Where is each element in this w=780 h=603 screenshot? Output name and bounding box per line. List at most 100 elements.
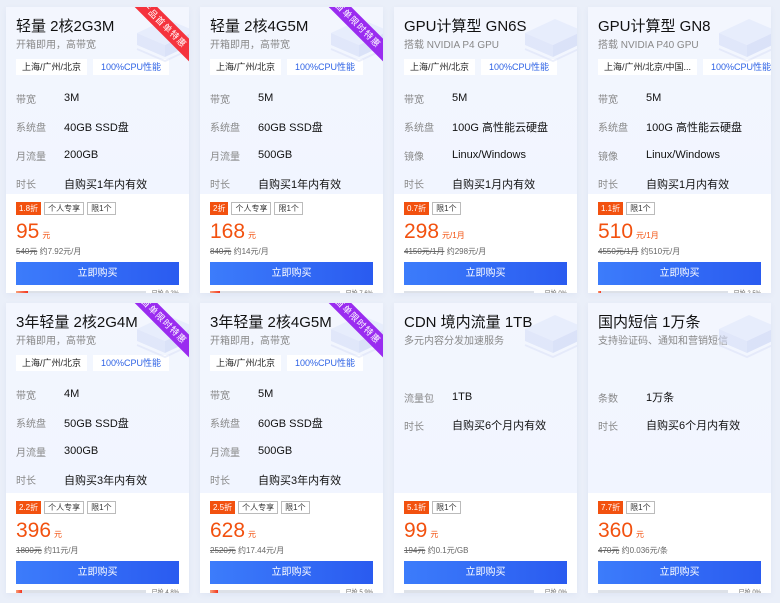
- progress-track: [598, 589, 728, 593]
- limit-badge: 限1个: [87, 501, 116, 514]
- buy-now-button[interactable]: 立即购买: [16, 561, 179, 584]
- product-title: GPU计算型 GN6S: [404, 18, 527, 35]
- sold-progress: 已抢 0%: [598, 587, 761, 593]
- sold-percentage: 已抢 4.8%: [151, 589, 179, 594]
- buy-now-button[interactable]: 立即购买: [598, 561, 761, 584]
- progress-track: [210, 589, 340, 593]
- discount-badge: 1.8折: [16, 202, 42, 215]
- per-unit-price: 约298元/月: [446, 247, 487, 256]
- region-tag[interactable]: 上海/广州/北京/中国...: [598, 59, 698, 75]
- card-header: 首单限时特惠 3年轻量 2核4G5M 开箱即用，高带宽 上海/广州/北京 100…: [200, 303, 383, 493]
- progress-track: [598, 290, 728, 293]
- buy-now-button[interactable]: 立即购买: [598, 262, 761, 285]
- buy-now-button[interactable]: 立即购买: [16, 262, 179, 285]
- spec-row: 系统盘 40GB SSD盘: [16, 113, 179, 142]
- spec-label: 时长: [210, 476, 230, 488]
- original-price: 840元: [210, 247, 232, 256]
- badge-row: 2.5折 个人专享 限1个: [210, 501, 373, 514]
- spec-row: 时长 自购买6个月内有效: [598, 411, 761, 439]
- buy-now-button[interactable]: 立即购买: [404, 561, 567, 584]
- card-purchase: 1.1折限1个 510 元/1月 4550元/1月 约510元/月 立即购买 已…: [588, 194, 771, 293]
- price-row: 99 元: [404, 520, 567, 542]
- spec-value: 300GB: [64, 445, 99, 458]
- spec-value: 50GB SSD盘: [64, 417, 129, 430]
- spec-label: 镜像: [404, 151, 424, 163]
- spec-label: 带宽: [210, 390, 230, 402]
- limit-badge: 个人专享: [44, 501, 85, 514]
- progress-fill: [210, 589, 218, 593]
- region-tag[interactable]: 上海/广州/北京: [210, 355, 282, 371]
- progress-fill: [16, 589, 23, 593]
- card-purchase: 2.5折 个人专享 限1个 628 元 2520元 约17.44元/月 立即购买 已…: [200, 493, 383, 593]
- original-price: 2520元: [210, 546, 236, 555]
- price-row: 510 元/1月: [598, 221, 761, 243]
- per-unit-price: 约14元/月: [233, 247, 269, 256]
- product-title: 国内短信 1万条: [598, 314, 701, 331]
- discount-badge: 2折: [210, 202, 229, 215]
- sold-progress: 已抢 4.8%: [16, 587, 179, 593]
- discount-badge: 7.7折: [598, 501, 624, 514]
- spec-label: 系统盘: [404, 123, 434, 135]
- spec-label: 月流量: [210, 447, 240, 459]
- spec-row: 系统盘 100G 高性能云硬盘: [598, 113, 761, 142]
- spec-row: 带宽 5M: [210, 84, 373, 113]
- card-purchase: 1.8折个人专享限1个 95 元 540元 约7.92元/月 立即购买 已抢 9…: [6, 194, 189, 293]
- original-price-row: 540元 约7.92元/月: [16, 246, 179, 257]
- original-price: 470元: [598, 546, 620, 555]
- spec-label: 月流量: [16, 151, 46, 163]
- spec-value: 60GB SSD盘: [258, 417, 323, 430]
- spec-value: 100G 高性能云硬盘: [646, 121, 742, 134]
- price-unit: 元: [248, 231, 257, 240]
- original-price: 1800元: [16, 546, 42, 555]
- discount-badge: 2.2折: [16, 501, 42, 514]
- card-header: 产品首单特惠 轻量 2核2G3M 开箱即用，高带宽 上海/广州/北京 100%C…: [6, 7, 189, 194]
- original-price: 540元: [16, 247, 38, 256]
- spec-value: 5M: [646, 92, 662, 105]
- spec-label: 带宽: [16, 94, 36, 106]
- spec-value: 500GB: [258, 149, 293, 162]
- spec-value: 自购买1月内有效: [452, 178, 536, 191]
- product-title: CDN 境内流量 1TB: [404, 314, 533, 331]
- discount-badge: 0.7折: [404, 202, 430, 215]
- card-header: 首单限时特惠 轻量 2核4G5M 开箱即用，高带宽 上海/广州/北京 100%C…: [200, 7, 383, 194]
- spec-value: 4M: [64, 388, 80, 401]
- spec-value: 自购买1月内有效: [646, 178, 730, 191]
- limit-badge: 个人专享: [238, 501, 279, 514]
- region-tag[interactable]: 上海/广州/北京: [210, 59, 282, 75]
- region-tag[interactable]: 上海/广州/北京: [404, 59, 476, 75]
- limit-badge: 限1个: [626, 501, 655, 514]
- spec-value: 自购买3年内有效: [258, 474, 342, 487]
- spec-row: 带宽 5M: [210, 380, 373, 409]
- region-tag[interactable]: 上海/广州/北京: [16, 355, 88, 371]
- original-price-row: 2520元 约17.44元/月: [210, 545, 373, 556]
- product-card: GPU计算型 GN6S 搭载 NVIDIA P4 GPU 上海/广州/北京 10…: [394, 7, 577, 293]
- badge-row: 0.7折 限1个: [404, 202, 567, 215]
- per-unit-price: 约17.44元/月: [238, 546, 285, 555]
- buy-now-button[interactable]: 立即购买: [210, 262, 373, 285]
- sold-percentage: 已抢 2.5%: [734, 288, 761, 294]
- per-unit-price: 约11元/月: [44, 546, 79, 555]
- limit-badge: 限1个: [432, 501, 461, 514]
- spec-list: 带宽 5M 系统盘 60GB SSD盘 月流量 500GB 时长 自购买3年内有效: [210, 380, 373, 493]
- region-tag[interactable]: 上海/广州/北京: [16, 59, 88, 75]
- price-unit: 元: [54, 530, 63, 539]
- spec-row: 镜像 Linux/Windows: [404, 141, 567, 170]
- card-purchase: 7.7折 限1个 360 元 470元 约0.036元/条 立即购买 已抢 0%: [588, 493, 771, 593]
- price-unit: 元: [636, 530, 645, 539]
- limit-badge: 个人专享: [231, 202, 272, 215]
- spec-label: 系统盘: [210, 419, 240, 431]
- spec-list: 带宽 5M 系统盘 100G 高性能云硬盘 镜像 Linux/Windows 时长 自购买1月…: [598, 84, 761, 194]
- buy-now-button[interactable]: 立即购买: [404, 262, 567, 285]
- spec-label: 时长: [598, 421, 618, 433]
- price-unit: 元: [248, 530, 257, 539]
- spec-row: 带宽 5M: [404, 84, 567, 113]
- product-card: CDN 境内流量 1TB 多元内容分发加速服务 流量包 1TB 时长 自购买6个月内有…: [394, 303, 577, 593]
- card-header: GPU计算型 GN6S 搭载 NVIDIA P4 GPU 上海/广州/北京 10…: [394, 7, 577, 194]
- spec-value: 5M: [258, 388, 274, 401]
- spec-label: 系统盘: [598, 123, 628, 135]
- spec-value: 40GB SSD盘: [64, 121, 129, 134]
- card-purchase: 2.2折 个人专享 限1个 396 元 1800元 约11元/月 立即购买 已抢 4…: [6, 493, 189, 593]
- spec-list: 流量包 1TB 时长 自购买6个月内有效: [404, 383, 567, 439]
- spec-label: 条数: [598, 393, 618, 405]
- buy-now-button[interactable]: 立即购买: [210, 561, 373, 584]
